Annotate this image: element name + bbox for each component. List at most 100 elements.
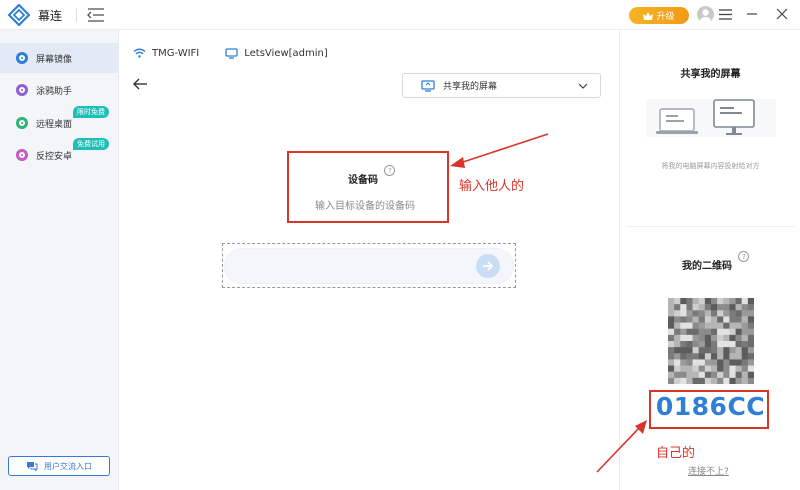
qr-module <box>674 322 681 329</box>
qr-module <box>711 322 718 329</box>
qr-module <box>723 377 730 384</box>
qr-module <box>729 371 736 379</box>
user-community-button[interactable]: 用户交流入口 <box>8 456 110 476</box>
qr-module <box>692 322 699 329</box>
qr-module <box>723 371 730 379</box>
qr-module <box>674 365 681 372</box>
qr-module <box>704 347 712 354</box>
share-screen-heading: 共享我的屏幕 <box>680 69 741 80</box>
qr-module <box>704 328 712 336</box>
qr-module <box>717 322 724 329</box>
app-window: 幕连 升级 屏幕镜像 涂鸦助手 限时免费 远程桌面 免费试用 反控安卓 用户交流… <box>0 0 800 490</box>
cant-connect-link[interactable]: 连接不上? <box>688 464 729 477</box>
qr-module <box>711 310 718 317</box>
qr-module <box>723 365 730 372</box>
qr-module <box>698 347 706 354</box>
close-icon[interactable] <box>775 7 789 21</box>
chevron-down-icon <box>578 83 588 89</box>
qr-module <box>686 359 693 366</box>
qr-module <box>735 359 742 366</box>
devices-illustration-icon <box>646 99 776 137</box>
share-screen-dropdown[interactable]: 共享我的屏幕 <box>402 73 601 98</box>
qr-module <box>747 334 754 342</box>
device-code-input[interactable] <box>224 248 514 284</box>
sidebar-item-doodle[interactable]: 涂鸦助手 <box>0 75 119 105</box>
qr-module <box>735 298 742 305</box>
mirror-icon <box>16 52 28 64</box>
connect-button[interactable] <box>476 254 500 278</box>
qr-module <box>729 365 736 372</box>
upgrade-label: 升级 <box>656 12 675 22</box>
qr-module <box>729 316 736 323</box>
qr-module <box>680 359 687 366</box>
qr-module <box>698 353 706 360</box>
qr-module <box>692 377 699 384</box>
collapse-sidebar-icon[interactable] <box>87 7 105 23</box>
qr-module <box>717 347 724 354</box>
sidebar-item-mirror[interactable]: 屏幕镜像 <box>0 43 119 73</box>
qr-module <box>717 377 724 384</box>
qr-module <box>674 316 681 323</box>
qr-module <box>686 322 693 329</box>
qr-module <box>692 316 699 323</box>
qr-module <box>674 334 681 342</box>
qr-module <box>674 304 681 311</box>
qr-module <box>729 359 736 366</box>
qr-module <box>711 316 718 323</box>
sidebar-item-remote-desktop[interactable]: 限时免费 远程桌面 <box>0 106 119 138</box>
qr-module <box>735 341 742 348</box>
upgrade-button[interactable]: 升级 <box>629 7 689 24</box>
qr-module <box>711 377 718 384</box>
qr-module <box>704 316 712 323</box>
qr-module <box>747 347 754 354</box>
qr-module <box>680 371 687 379</box>
qr-module <box>698 359 706 366</box>
qr-module <box>741 328 749 336</box>
qr-module <box>735 322 742 329</box>
menu-icon[interactable] <box>719 9 732 20</box>
qr-module <box>729 322 736 329</box>
qr-module <box>735 347 742 354</box>
device-name: LetsView[admin] <box>244 47 328 59</box>
network-info: TMG-WIFI LetsView[admin] <box>133 46 328 60</box>
qr-module <box>704 359 712 366</box>
qr-module <box>723 334 730 342</box>
arrow-right-icon <box>483 261 494 271</box>
qr-module <box>735 353 742 360</box>
qr-module <box>668 347 675 354</box>
qr-module <box>698 298 706 305</box>
qr-module <box>704 341 712 348</box>
qr-module <box>711 334 718 342</box>
qr-module <box>729 298 736 305</box>
qr-module <box>680 347 687 354</box>
qr-module <box>747 328 754 336</box>
help-icon[interactable]: ? <box>384 165 396 176</box>
qr-module <box>704 377 712 384</box>
back-arrow-icon[interactable] <box>132 77 148 91</box>
qr-module <box>717 328 724 336</box>
qr-module <box>741 365 749 372</box>
qr-module <box>686 316 693 323</box>
qr-module <box>674 347 681 354</box>
qr-module <box>723 347 730 354</box>
qr-heading-label: 我的二维码 <box>682 261 732 272</box>
qr-module <box>698 328 706 336</box>
qr-module <box>711 359 718 366</box>
qr-module <box>674 298 681 305</box>
device-code-title: 设备码 ? <box>348 165 396 186</box>
qr-module <box>692 328 699 336</box>
avatar[interactable] <box>697 6 714 23</box>
qr-module <box>674 359 681 366</box>
sidebar-item-android-control[interactable]: 免费试用 反控安卓 <box>0 138 119 170</box>
qr-module <box>723 316 730 323</box>
device-code-label: 设备码 <box>348 175 378 186</box>
help-icon[interactable]: ? <box>738 251 750 262</box>
qr-module <box>711 365 718 372</box>
monitor-icon <box>225 47 238 59</box>
minimize-icon[interactable] <box>745 7 759 21</box>
qr-module <box>735 365 742 372</box>
qr-module <box>680 298 687 305</box>
qr-module <box>711 304 718 311</box>
qr-module <box>698 341 706 348</box>
qr-module <box>735 377 742 384</box>
